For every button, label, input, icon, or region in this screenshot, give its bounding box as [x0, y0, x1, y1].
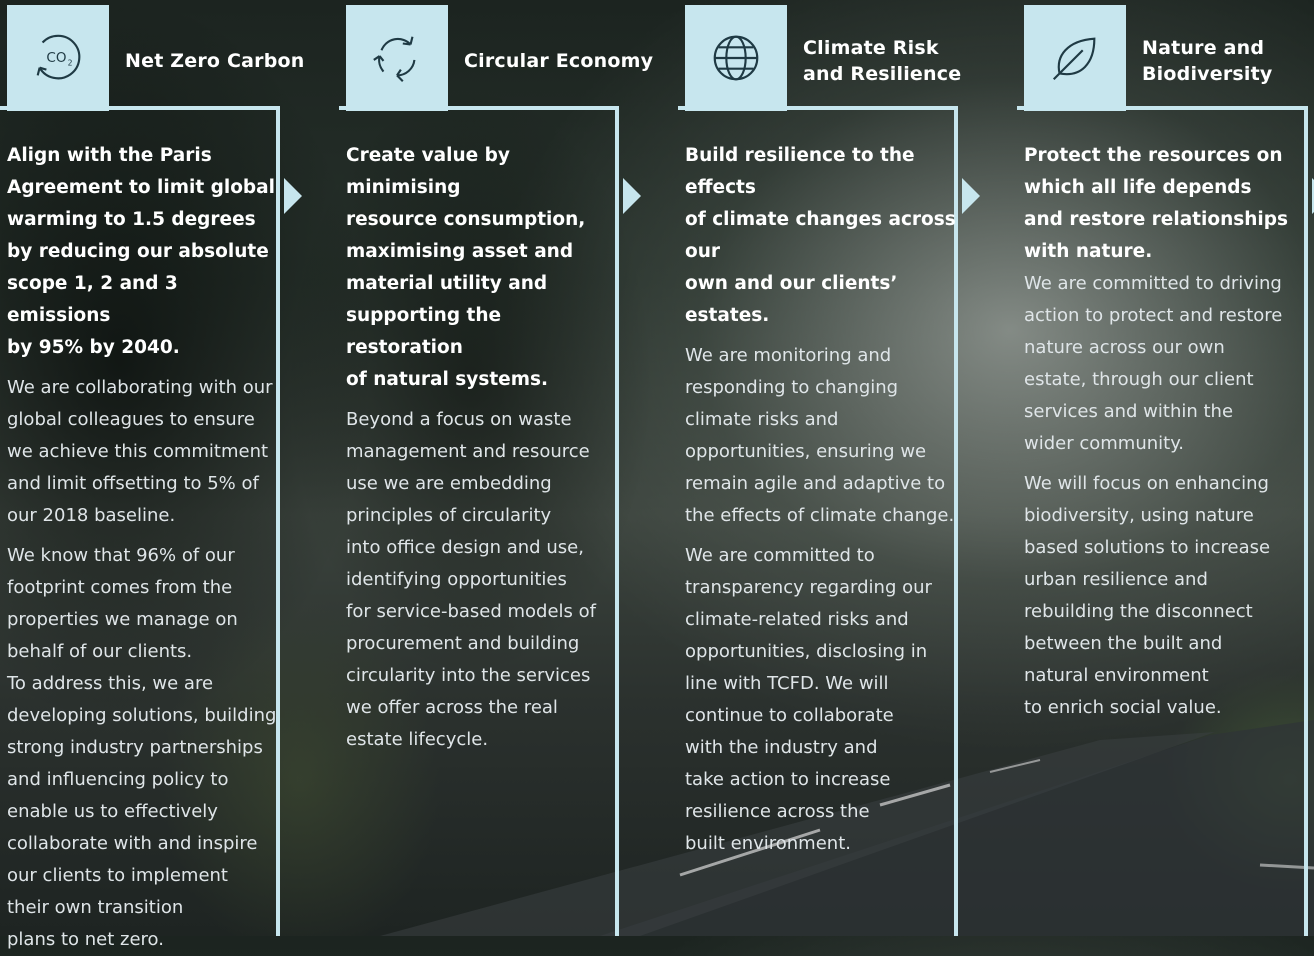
icon-tile: CO 2: [7, 5, 109, 111]
column-climate-risk: Climate Risk and Resilience Build resili…: [678, 0, 1017, 936]
icon-tile: [346, 5, 448, 111]
column-paragraph: We will focus on enhancing biodiversity,…: [1024, 473, 1271, 718]
column-content: Align with the Paris Agreement to limit …: [7, 140, 282, 956]
column-paragraph: We know that 96% of our footprint comes …: [7, 545, 238, 662]
column-lead: Create value by minimising resource cons…: [346, 145, 586, 390]
column-net-zero-carbon: CO 2 Net Zero Carbon Align with the Pari…: [0, 0, 339, 950]
column-lead: Align with the Paris Agreement to limit …: [7, 145, 275, 358]
column-paragraph: To address this, we are developing solut…: [7, 673, 277, 950]
co2-icon: CO 2: [36, 34, 81, 80]
column-paragraph: We are committed to transparency regardi…: [685, 545, 932, 854]
column-title: Climate Risk and Resilience: [803, 37, 962, 85]
icon-tile: [1024, 5, 1126, 111]
column-paragraph: We are collaborating with our global col…: [7, 377, 273, 526]
column-title: Circular Economy: [464, 50, 654, 72]
column-lead: Protect the resources on which all life …: [1024, 145, 1289, 262]
column-paragraph: We are monitoring and responding to chan…: [685, 345, 955, 526]
leaf-icon: [1052, 37, 1096, 81]
column-content: Protect the resources on which all life …: [1024, 140, 1309, 724]
column-content: Create value by minimising resource cons…: [346, 140, 621, 756]
column-paragraph: Beyond a focus on waste management and r…: [346, 409, 596, 750]
recycle-arrows-icon: [373, 36, 416, 82]
svg-text:2: 2: [68, 59, 73, 68]
column-paragraph: We are committed to driving action to pr…: [1024, 273, 1283, 454]
globe-icon: [713, 35, 759, 81]
column-title: Nature and Biodiversity: [1142, 37, 1273, 85]
column-lead: Build resilience to the effects of clima…: [685, 145, 956, 326]
column-nature-biodiversity: Nature and Biodiversity Protect the reso…: [1017, 0, 1314, 936]
arrow-notch: [284, 178, 302, 214]
arrow-notch: [962, 178, 980, 214]
icon-tile: [685, 5, 787, 111]
svg-text:CO: CO: [46, 50, 66, 66]
column-content: Build resilience to the effects of clima…: [685, 140, 960, 860]
column-title: Net Zero Carbon: [125, 50, 305, 72]
column-circular-economy: Circular Economy Create value by minimis…: [339, 0, 678, 936]
arrow-notch: [623, 178, 641, 214]
